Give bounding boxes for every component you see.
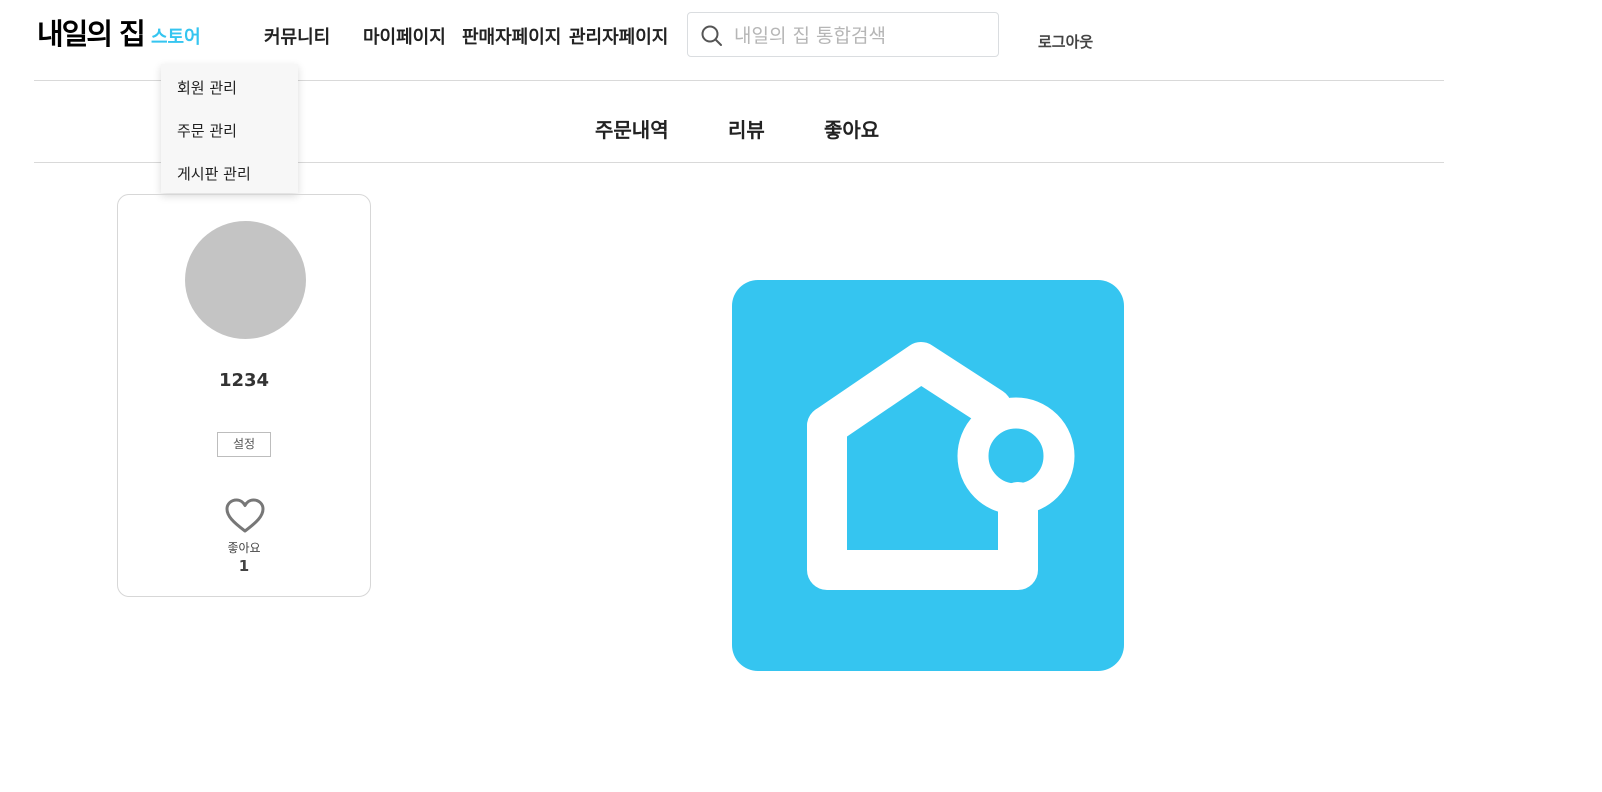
tab-reviews[interactable]: 리뷰 (728, 114, 765, 143)
tab-likes[interactable]: 좋아요 (824, 114, 879, 143)
likes-count: 1 (238, 557, 250, 575)
heart-icon[interactable] (225, 498, 265, 538)
search-icon (701, 25, 722, 46)
nav-seller-page[interactable]: 판매자페이지 (462, 26, 561, 50)
house-logo-icon (732, 280, 1124, 671)
menu-item-order-management[interactable]: 주문 관리 (177, 120, 237, 141)
nav-admin-page[interactable]: 관리자페이지 (569, 26, 668, 50)
admin-dropdown-menu: 회원 관리 주문 관리 게시판 관리 (161, 64, 298, 193)
logout-link[interactable]: 로그아웃 (1038, 31, 1093, 52)
nav-mypage[interactable]: 마이페이지 (363, 26, 446, 50)
profile-username: 1234 (218, 370, 270, 391)
menu-item-member-management[interactable]: 회원 관리 (177, 77, 237, 98)
brand-logo[interactable]: 내일의 집 (37, 14, 146, 54)
nav-community[interactable]: 커뮤니티 (264, 26, 330, 50)
settings-button[interactable]: 설정 (217, 432, 271, 457)
search-box (687, 12, 999, 57)
menu-item-board-management[interactable]: 게시판 관리 (177, 163, 251, 184)
search-input[interactable] (732, 21, 991, 51)
likes-label: 좋아요 (227, 541, 261, 555)
avatar (185, 221, 306, 339)
tab-orders[interactable]: 주문내역 (595, 114, 669, 143)
nav-store[interactable]: 스토어 (151, 26, 201, 50)
